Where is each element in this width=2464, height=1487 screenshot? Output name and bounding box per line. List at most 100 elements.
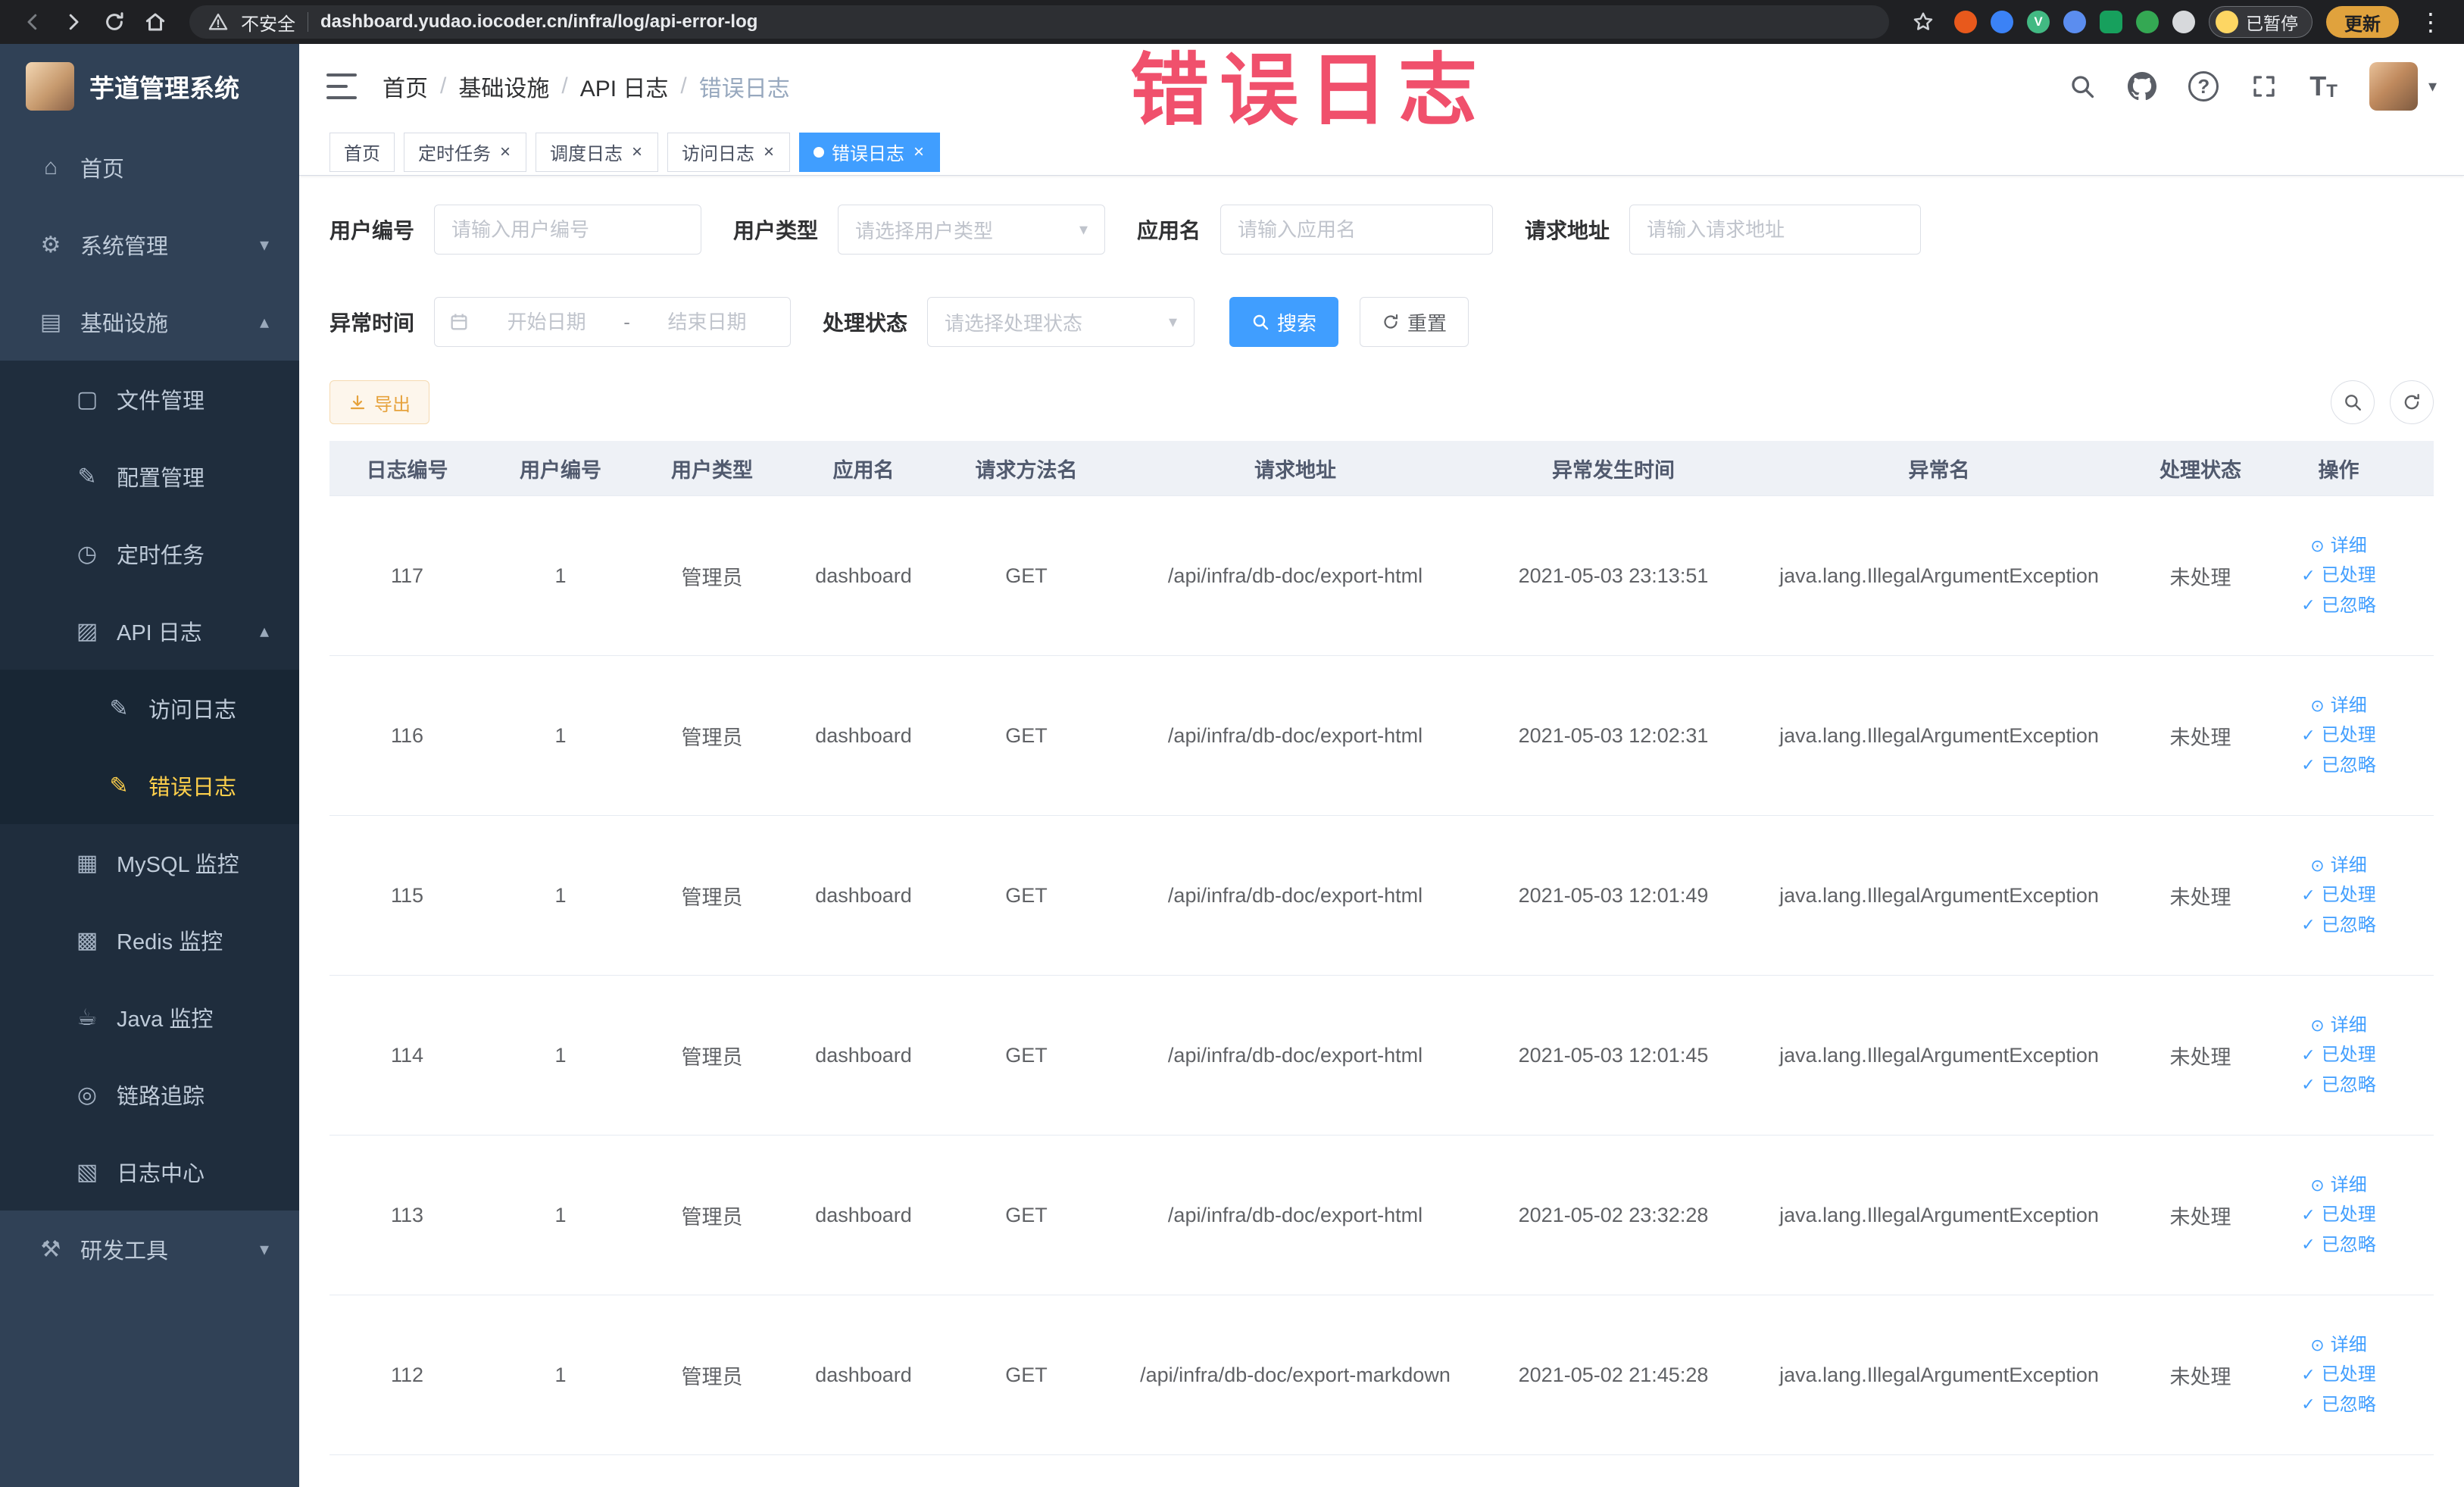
help-icon[interactable]: ? (2188, 71, 2219, 102)
browser-menu-icon[interactable]: ⋮ (2412, 8, 2449, 36)
sidebar-item-label: 定时任务 (117, 544, 205, 568)
close-icon[interactable]: × (912, 142, 926, 163)
extension-icon-leaf[interactable] (2136, 11, 2159, 33)
sidebar-item-system[interactable]: ⚙ 系统管理 ▾ (0, 206, 299, 283)
sidebar-item-api-log[interactable]: ▨ API 日志 ▴ (0, 592, 299, 670)
font-size-icon[interactable]: TT (2309, 70, 2338, 102)
paused-tab-group-chip[interactable]: 已暂停 (2209, 6, 2313, 38)
action-ignored-link[interactable]: ✓ 已忽略 (2301, 1233, 2375, 1257)
action-label: 已处理 (2321, 1204, 2376, 1226)
action-detail-link[interactable]: ⊙ 详细 (2310, 854, 2366, 877)
date-range-picker[interactable]: - (434, 297, 792, 347)
search-toggle-button[interactable] (2331, 380, 2375, 424)
forward-icon[interactable] (56, 5, 91, 39)
breadcrumb: 首页 / 基础设施 / API 日志 / 错误日志 (383, 70, 790, 103)
cell: 113 (390, 1203, 424, 1226)
action-detail-link[interactable]: ⊙ 详细 (2310, 694, 2366, 717)
reload-icon[interactable] (97, 5, 132, 39)
request-url-input[interactable] (1629, 205, 1922, 255)
tab-scheduled-jobs[interactable]: 定时任务 × (404, 132, 527, 172)
export-button[interactable]: 导出 (329, 380, 429, 424)
main-content: 用户编号 用户类型 请选择用户类型 ▾ 应用名 请求地址 异常时间 (299, 176, 2464, 1487)
sidebar-logo-row[interactable]: 芋道管理系统 (0, 44, 299, 129)
sidebar-item-label: API 日志 (117, 621, 202, 645)
breadcrumb-item-api-log[interactable]: API 日志 (580, 70, 669, 103)
cell: 管理员 (681, 1205, 743, 1229)
close-icon[interactable]: × (762, 142, 776, 163)
breadcrumb-item-home[interactable]: 首页 (383, 70, 428, 103)
close-icon[interactable]: × (498, 142, 512, 163)
sidebar-item-scheduled-jobs[interactable]: ◷ 定时任务 (0, 515, 299, 592)
process-status-select[interactable]: 请选择处理状态 ▾ (927, 297, 1195, 347)
user-type-select[interactable]: 请选择用户类型 ▾ (838, 205, 1106, 255)
filter-row-1: 用户编号 用户类型 请选择用户类型 ▾ 应用名 请求地址 (329, 205, 2434, 255)
hamburger-icon[interactable] (326, 73, 357, 99)
action-processed-link[interactable]: ✓ 已处理 (2301, 1203, 2375, 1226)
action-detail-link[interactable]: ⊙ 详细 (2310, 1014, 2366, 1037)
action-ignored-link[interactable]: ✓ 已忽略 (2301, 754, 2375, 777)
back-icon[interactable] (15, 5, 50, 39)
action-ignored-link[interactable]: ✓ 已忽略 (2301, 914, 2375, 937)
tab-home[interactable]: 首页 (329, 132, 395, 172)
extension-icon-on-badge[interactable] (2100, 11, 2122, 33)
search-button[interactable]: 搜索 (1229, 297, 1339, 347)
fullscreen-icon[interactable] (2250, 73, 2278, 100)
home-button-icon[interactable] (138, 5, 173, 39)
cell: 管理员 (681, 886, 743, 909)
user-avatar-menu[interactable]: ▾ (2369, 62, 2437, 111)
action-processed-link[interactable]: ✓ 已处理 (2301, 883, 2375, 907)
browser-update-button[interactable]: 更新 (2326, 6, 2399, 38)
extension-icon-vue[interactable]: V (2027, 11, 2050, 33)
refresh-button[interactable] (2390, 380, 2434, 424)
chevron-down-icon: ▾ (259, 1239, 269, 1260)
bookmark-star-icon[interactable] (1906, 5, 1941, 39)
action-processed-link[interactable]: ✓ 已处理 (2301, 1043, 2375, 1067)
tab-schedule-log[interactable]: 调度日志 × (536, 132, 659, 172)
sidebar-item-link-trace[interactable]: ◎ 链路追踪 (0, 1056, 299, 1133)
action-ignored-link[interactable]: ✓ 已忽略 (2301, 1073, 2375, 1097)
action-detail-link[interactable]: ⊙ 详细 (2310, 1173, 2366, 1197)
tab-api-access-log[interactable]: 访问日志 × (667, 132, 791, 172)
action-ignored-link[interactable]: ✓ 已忽略 (2301, 594, 2375, 617)
sidebar-item-file-manage[interactable]: ▢ 文件管理 (0, 361, 299, 438)
sidebar-item-log-center[interactable]: ▧ 日志中心 (0, 1133, 299, 1211)
table-row: 117 1 管理员 dashboard GET/api/infra/db-doc/exp… (329, 496, 2434, 656)
sidebar-item-config-manage[interactable]: ✎ 配置管理 (0, 438, 299, 515)
sidebar-item-home[interactable]: ⌂ 首页 (0, 129, 299, 206)
github-icon[interactable] (2128, 72, 2157, 101)
action-processed-link[interactable]: ✓ 已处理 (2301, 723, 2375, 747)
tab-label: 访问日志 (682, 144, 755, 164)
close-icon[interactable]: × (630, 142, 644, 163)
action-detail-link[interactable]: ⊙ 详细 (2310, 534, 2366, 558)
extension-icon-grid[interactable] (2063, 11, 2086, 33)
tab-api-error-log[interactable]: 错误日志 × (799, 132, 941, 172)
sidebar-item-java-monitor[interactable]: ☕ Java 监控 (0, 979, 299, 1056)
user-id-input[interactable] (434, 205, 702, 255)
action-detail-link[interactable]: ⊙ 详细 (2310, 1333, 2366, 1357)
sidebar-item-infrastructure[interactable]: ▤ 基础设施 ▴ (0, 283, 299, 361)
breadcrumb-item-infrastructure[interactable]: 基础设施 (458, 70, 549, 103)
start-date-input[interactable] (477, 310, 617, 334)
sidebar-item-api-access-log[interactable]: ✎ 访问日志 (0, 670, 299, 747)
end-date-input[interactable] (637, 310, 777, 334)
action-processed-link[interactable]: ✓ 已处理 (2301, 1363, 2375, 1386)
sidebar-item-label: Java 监控 (117, 1007, 214, 1032)
sidebar-item-redis-monitor[interactable]: ▩ Redis 监控 (0, 901, 299, 979)
url-text: dashboard.yudao.iocoder.cn/infra/log/api… (320, 11, 758, 32)
app-name-input[interactable] (1220, 205, 1494, 255)
table-body: 117 1 管理员 dashboard GET/api/infra/db-doc/exp… (329, 496, 2434, 1455)
address-bar[interactable]: 不安全 dashboard.yudao.iocoder.cn/infra/log… (189, 5, 1889, 39)
sidebar-item-api-error-log[interactable]: ✎ 错误日志 (0, 747, 299, 824)
reset-button[interactable]: 重置 (1360, 297, 1469, 347)
sidebar-item-dev-tools[interactable]: ⚒ 研发工具 ▾ (0, 1211, 299, 1288)
search-button-label: 搜索 (1277, 311, 1317, 335)
extension-icon-red[interactable] (1954, 11, 1977, 33)
action-processed-link[interactable]: ✓ 已处理 (2301, 564, 2375, 587)
action-ignored-link[interactable]: ✓ 已忽略 (2301, 1393, 2375, 1417)
search-icon[interactable] (2069, 73, 2096, 100)
extension-icon-paw[interactable] (2172, 11, 2195, 33)
sidebar-item-mysql-monitor[interactable]: ▦ MySQL 监控 (0, 824, 299, 901)
cell: 116 (390, 723, 424, 747)
extension-icon-blue[interactable] (1991, 11, 2013, 33)
sidebar-item-label: 研发工具 (80, 1239, 169, 1264)
